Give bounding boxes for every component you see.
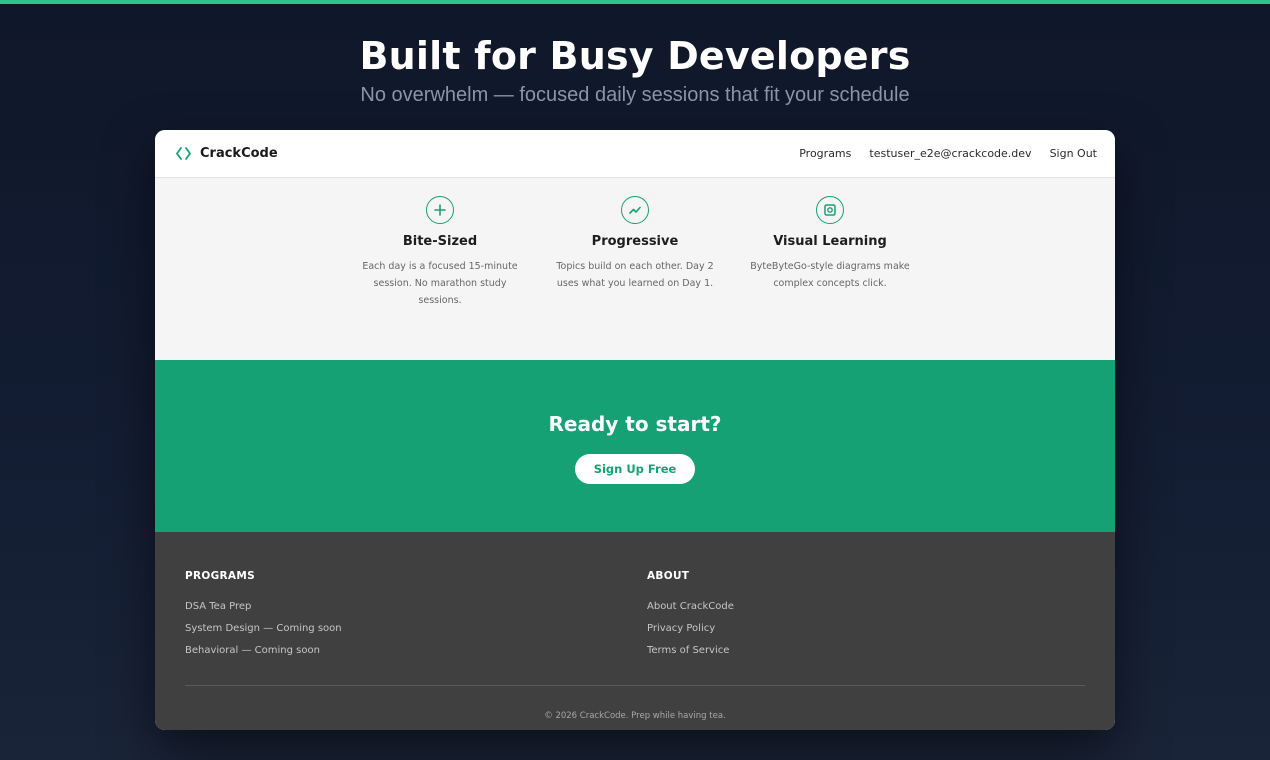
code-brackets-icon: [176, 147, 191, 160]
footer-link-behavioral[interactable]: Behavioral — Coming soon: [185, 645, 342, 667]
feature-visual-learning: Visual Learning ByteByteGo-style diagram…: [745, 196, 915, 292]
footer-programs-column: PROGRAMS DSA Tea Prep System Design — Co…: [185, 570, 342, 667]
copyright: © 2026 CrackCode. Prep while having tea.: [544, 711, 726, 721]
feature-title: Bite-Sized: [402, 234, 478, 249]
footer-link-dsa-tea-prep[interactable]: DSA Tea Prep: [185, 601, 342, 623]
brand[interactable]: CrackCode: [175, 145, 278, 162]
feature-title: Visual Learning: [773, 234, 887, 249]
footer-about-column: ABOUT About CrackCode Privacy Policy Ter…: [647, 570, 734, 667]
feature-description: ByteByteGo-style diagrams make complex c…: [750, 261, 910, 289]
feature-progressive: Progressive Topics build on each other. …: [550, 196, 720, 292]
footer-link-terms[interactable]: Terms of Service: [647, 645, 734, 667]
hero-subtitle: No overwhelm — focused daily sessions th…: [360, 84, 910, 106]
plus-icon: [426, 196, 454, 224]
footer-link-privacy-policy[interactable]: Privacy Policy: [647, 623, 734, 645]
footer-divider: [185, 685, 1085, 686]
nav-links: Programs testuser_e2e@crackcode.dev Sign…: [799, 147, 1097, 160]
feature-description: Topics build on each other. Day 2 uses w…: [556, 261, 714, 289]
cta-section: Ready to start? Sign Up Free: [155, 360, 1115, 532]
hero-title: Built for Busy Developers: [359, 34, 911, 78]
features-section: Bite-Sized Each day is a focused 15-minu…: [155, 178, 1115, 360]
cta-title: Ready to start?: [548, 412, 722, 436]
app-preview-window: CrackCode Programs testuser_e2e@crackcod…: [155, 130, 1115, 730]
diagram-icon: [816, 196, 844, 224]
trend-up-icon: [621, 196, 649, 224]
footer: PROGRAMS DSA Tea Prep System Design — Co…: [155, 532, 1115, 730]
footer-about-list: About CrackCode Privacy Policy Terms of …: [647, 601, 734, 667]
sign-up-free-button[interactable]: Sign Up Free: [575, 454, 695, 484]
footer-programs-list: DSA Tea Prep System Design — Coming soon…: [185, 601, 342, 667]
top-accent-bar: [0, 0, 1270, 4]
navbar: CrackCode Programs testuser_e2e@crackcod…: [155, 130, 1115, 178]
feature-title: Progressive: [591, 234, 679, 249]
footer-heading-programs: PROGRAMS: [185, 570, 255, 582]
footer-link-about[interactable]: About CrackCode: [647, 601, 734, 623]
footer-heading-about: ABOUT: [647, 570, 690, 582]
nav-link-sign-out[interactable]: Sign Out: [1050, 147, 1097, 160]
feature-description: Each day is a focused 15-minute session.…: [362, 261, 518, 306]
nav-link-user-email[interactable]: testuser_e2e@crackcode.dev: [869, 147, 1031, 160]
nav-link-programs[interactable]: Programs: [799, 147, 851, 160]
footer-link-system-design[interactable]: System Design — Coming soon: [185, 623, 342, 645]
feature-bite-sized: Bite-Sized Each day is a focused 15-minu…: [355, 196, 525, 309]
brand-name: CrackCode: [200, 146, 278, 161]
